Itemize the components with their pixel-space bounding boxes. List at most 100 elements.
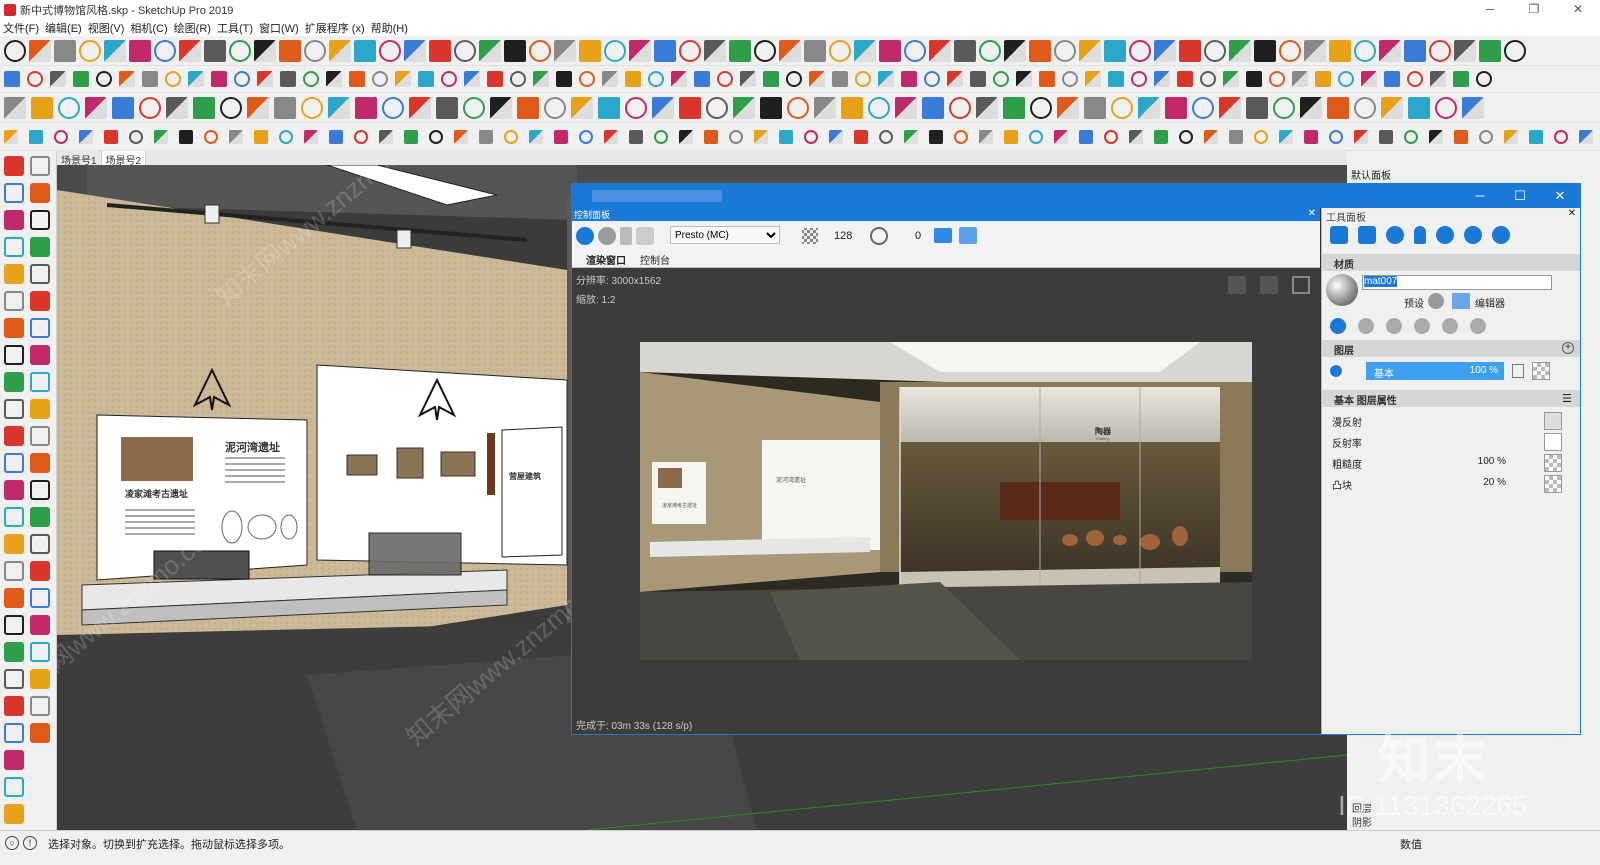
scene-tab-2[interactable]: 场景号2 [101, 151, 147, 167]
toolbar-tool-icon[interactable] [349, 71, 365, 87]
toolbar-tool-icon[interactable] [654, 39, 676, 62]
layers-tab-icon[interactable] [1330, 318, 1346, 334]
toolbar-tool-icon[interactable] [947, 71, 963, 87]
toolbar-tool-icon[interactable] [220, 96, 242, 119]
toolbar-tool-icon[interactable] [1039, 71, 1055, 87]
toolbar-tool-icon[interactable] [1085, 71, 1101, 87]
toolbar-tool-icon[interactable] [1108, 71, 1124, 87]
menu-file[interactable]: 文件(F) [3, 20, 39, 36]
toolbar-tool-icon[interactable] [229, 39, 251, 62]
toolbar-tool-icon[interactable] [354, 39, 376, 62]
toolbar-tool-icon[interactable] [854, 129, 868, 144]
toolbar-tool-icon[interactable] [79, 39, 101, 62]
geometry-icon[interactable] [1358, 226, 1376, 244]
toolbar-tool-icon[interactable] [679, 39, 701, 62]
render-close-button[interactable]: ✕ [1540, 184, 1580, 208]
minimize-button[interactable]: ─ [1468, 0, 1512, 19]
toolbar-tool-icon[interactable] [804, 39, 826, 62]
toolbar-tool-icon[interactable] [1204, 39, 1226, 62]
layer-mask-swatch[interactable] [1532, 362, 1550, 380]
toolbar-tool-icon[interactable] [854, 39, 876, 62]
toolbar-tool-icon[interactable] [1084, 96, 1106, 119]
left-tool-icon[interactable] [30, 588, 50, 608]
material-name-field[interactable]: mat007 [1362, 275, 1552, 290]
left-tool-icon[interactable] [30, 723, 50, 743]
preset-icon[interactable] [1428, 293, 1444, 309]
toolbar-tool-icon[interactable] [304, 129, 318, 144]
left-tool-icon[interactable] [30, 561, 50, 581]
toolbar-tool-icon[interactable] [1057, 96, 1079, 119]
toolbar-tool-icon[interactable] [1407, 71, 1423, 87]
left-tool-icon[interactable] [4, 642, 24, 662]
left-tool-icon[interactable] [30, 453, 50, 473]
toolbar-tool-icon[interactable] [625, 71, 641, 87]
menu-help[interactable]: 帮助(H) [371, 20, 408, 36]
left-tool-icon[interactable] [30, 291, 50, 311]
toolbar-tool-icon[interactable] [1462, 96, 1484, 119]
toolbar-tool-icon[interactable] [1304, 129, 1318, 144]
toolbar-tool-icon[interactable] [1476, 71, 1492, 87]
stop-icon[interactable] [636, 227, 654, 245]
toolbar-tool-icon[interactable] [598, 96, 620, 119]
toolbar-tool-icon[interactable] [554, 39, 576, 62]
toolbar-tool-icon[interactable] [704, 39, 726, 62]
toolbar-tool-icon[interactable] [96, 71, 112, 87]
toolbar-tool-icon[interactable] [1479, 39, 1501, 62]
left-tool-icon[interactable] [30, 426, 50, 446]
toolbar-tool-icon[interactable] [679, 129, 693, 144]
close-button[interactable]: ✕ [1556, 0, 1600, 19]
environment-icon[interactable] [1436, 226, 1454, 244]
toolbar-tool-icon[interactable] [1304, 39, 1326, 62]
menu-draw[interactable]: 绘图(R) [174, 20, 211, 36]
toolbar-tool-icon[interactable] [1204, 129, 1218, 144]
toolbar-tool-icon[interactable] [533, 71, 549, 87]
toolbar-tool-icon[interactable] [395, 71, 411, 87]
left-tool-icon[interactable] [4, 183, 24, 203]
cursor-icon[interactable] [620, 227, 632, 245]
left-tool-icon[interactable] [4, 318, 24, 338]
tool-panel-close-icon[interactable]: ✕ [1568, 208, 1576, 219]
delete-layer-icon[interactable] [1512, 364, 1524, 378]
toolbar-tool-icon[interactable] [79, 129, 93, 144]
info-tab-icon[interactable] [1470, 318, 1486, 334]
toolbar-tool-icon[interactable] [179, 129, 193, 144]
toolbar-tool-icon[interactable] [1179, 129, 1193, 144]
left-tool-icon[interactable] [4, 345, 24, 365]
menu-icon[interactable]: ☰ [1562, 392, 1572, 405]
toolbar-tool-icon[interactable] [1054, 129, 1068, 144]
toolbar-tool-icon[interactable] [868, 96, 890, 119]
toolbar-tool-icon[interactable] [841, 96, 863, 119]
toolbar-tool-icon[interactable] [379, 39, 401, 62]
samples-value[interactable]: 128 [834, 230, 852, 242]
toolbar-tool-icon[interactable] [280, 71, 296, 87]
toolbar-tool-icon[interactable] [754, 39, 776, 62]
material-icon[interactable] [1386, 226, 1404, 244]
toolbar-tool-icon[interactable] [1429, 129, 1443, 144]
toolbar-tool-icon[interactable] [301, 96, 323, 119]
toolbar-tool-icon[interactable] [510, 71, 526, 87]
toolbar-tool-icon[interactable] [929, 39, 951, 62]
left-tool-icon[interactable] [4, 399, 24, 419]
channels-icon[interactable] [1228, 276, 1246, 294]
toolbar-tool-icon[interactable] [139, 96, 161, 119]
toolbar-tool-icon[interactable] [879, 129, 893, 144]
menu-tools[interactable]: 工具(T) [217, 20, 253, 36]
material-preview[interactable] [1326, 274, 1358, 306]
toolbar-tool-icon[interactable] [1429, 39, 1451, 62]
toolbar-tool-icon[interactable] [142, 71, 158, 87]
toolbar-tool-icon[interactable] [1579, 129, 1593, 144]
toolbar-tool-icon[interactable] [1219, 96, 1241, 119]
toolbar-tool-icon[interactable] [104, 39, 126, 62]
toolbar-tool-icon[interactable] [1223, 71, 1239, 87]
toolbar-tool-icon[interactable] [579, 39, 601, 62]
toolbar-tool-icon[interactable] [604, 39, 626, 62]
toolbar-tool-icon[interactable] [211, 71, 227, 87]
toolbar-tool-icon[interactable] [355, 96, 377, 119]
toolbar-tool-icon[interactable] [328, 96, 350, 119]
toolbar-tool-icon[interactable] [544, 96, 566, 119]
toolbar-tool-icon[interactable] [1554, 129, 1568, 144]
toolbar-tool-icon[interactable] [165, 71, 181, 87]
toolbar-tool-icon[interactable] [4, 96, 26, 119]
toolbar-tool-icon[interactable] [652, 96, 674, 119]
toolbar-tool-icon[interactable] [1354, 96, 1376, 119]
